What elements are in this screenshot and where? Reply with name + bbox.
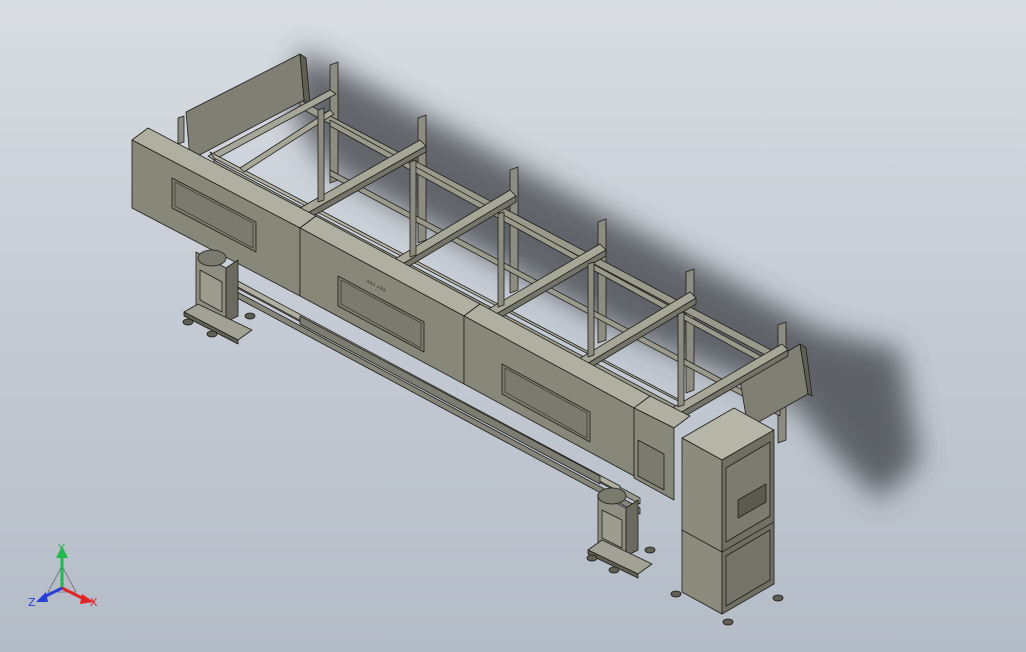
x-axis-label: X (90, 596, 98, 609)
cad-model-scene[interactable]: ANS ANK Y X Z (0, 0, 1026, 652)
coordinate-triad[interactable]: Y X Z (28, 542, 98, 609)
cad-viewport[interactable]: ANS ANK Y X Z (0, 0, 1026, 652)
control-cabinet[interactable] (670, 407, 784, 626)
z-axis-arrowhead-icon (36, 592, 48, 602)
support-stand-right[interactable] (586, 487, 656, 579)
z-axis-label: Z (28, 596, 36, 609)
y-axis-label: Y (57, 542, 65, 555)
